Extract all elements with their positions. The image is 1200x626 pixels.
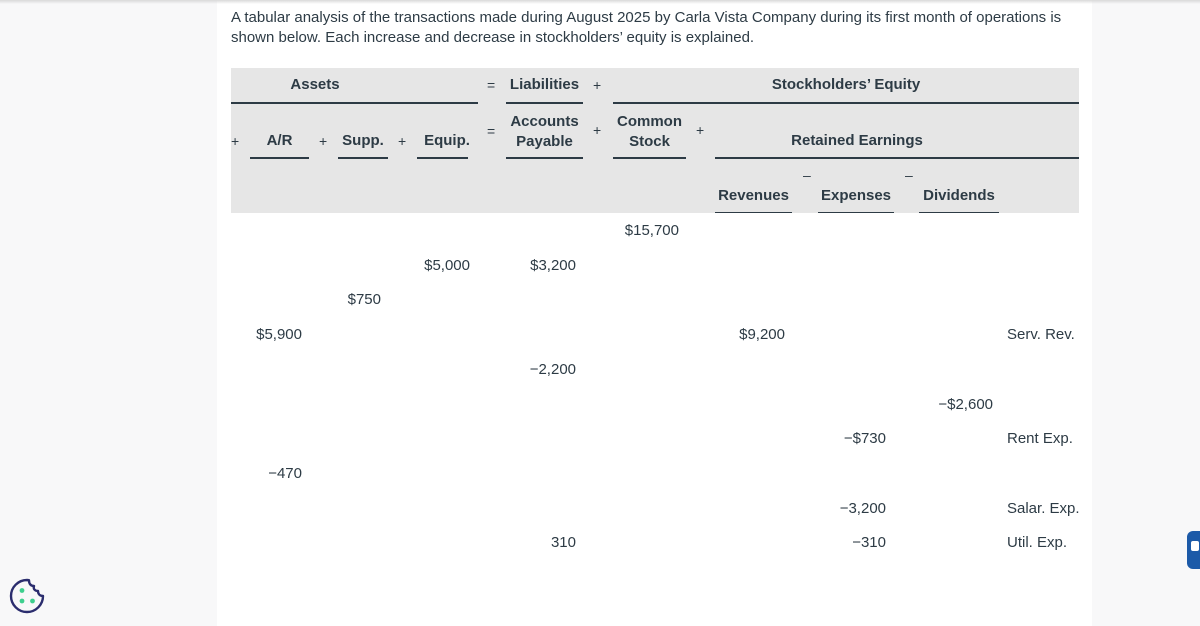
equipment-underline — [417, 157, 468, 159]
intro-paragraph: A tabular analysis of the transactions m… — [231, 9, 1062, 46]
header-dividends: Dividends — [923, 187, 995, 204]
revenues-value: $9,200 — [739, 326, 785, 343]
row-note: Salar. Exp. — [1007, 500, 1080, 517]
expenses-value: −3,200 — [839, 500, 886, 517]
row-note: Rent Exp. — [1007, 430, 1073, 447]
expenses-value: −310 — [852, 534, 886, 551]
plus-sign: + — [398, 133, 407, 149]
header-common-stock-line1: Common — [617, 113, 682, 130]
header-retained-earnings: Retained Earnings — [791, 132, 923, 149]
expenses-underline — [818, 212, 894, 213]
cookie-settings-icon[interactable] — [8, 577, 46, 615]
common-stock-value: $15,700 — [624, 222, 679, 239]
header-assets: Assets — [290, 76, 340, 93]
header-accounts-payable-line2: Payable — [516, 133, 573, 150]
chat-feedback-icon — [1191, 541, 1199, 551]
dividends-underline — [919, 212, 999, 213]
assets-underline — [231, 102, 478, 104]
header-expenses: Expenses — [820, 187, 892, 204]
ar-underline — [250, 157, 309, 159]
minus-sign: – — [905, 167, 913, 183]
minus-sign: – — [803, 167, 811, 183]
header-supplies: Supp. — [342, 132, 384, 149]
header-accounts-payable-line1: Accounts — [510, 113, 579, 130]
plus-sign: + — [231, 133, 240, 149]
plus-sign: + — [319, 133, 328, 149]
header-ar: A/R — [266, 132, 293, 149]
header-liabilities: Liabilities — [509, 76, 580, 93]
accounts-payable-underline — [506, 157, 583, 159]
row-note: Util. Exp. — [1007, 534, 1068, 551]
supplies-underline — [338, 157, 388, 159]
row-note: Serv. Rev. — [1007, 326, 1075, 343]
equals-sign: = — [487, 77, 496, 93]
plus-sign: + — [593, 122, 602, 138]
plus-sign: + — [696, 122, 705, 138]
accounts-payable-value: 310 — [550, 534, 576, 551]
header-equipment: Equip. — [424, 132, 470, 149]
expenses-value: −$730 — [843, 430, 886, 447]
header-stockholders-equity: Stockholders’ Equity — [771, 76, 921, 93]
equals-sign: = — [487, 123, 496, 139]
top-shadow — [0, 0, 1200, 4]
common-stock-underline — [613, 157, 686, 159]
header-accounts-payable: Accounts Payable — [506, 112, 583, 152]
accounts-payable-value: −2,200 — [529, 361, 576, 378]
ar-value: −470 — [268, 465, 302, 482]
ar-value: $5,900 — [256, 326, 302, 343]
equity-underline — [613, 102, 1079, 104]
retained-earnings-underline — [715, 157, 1079, 159]
supplies-value: $750 — [347, 291, 381, 308]
liabilities-underline — [506, 102, 583, 104]
accounts-payable-value: $3,200 — [530, 257, 576, 274]
revenues-underline — [715, 212, 792, 213]
equipment-value: $5,000 — [424, 257, 470, 274]
header-revenues: Revenues — [718, 187, 789, 204]
plus-sign: + — [593, 77, 602, 93]
header-common-stock: Common Stock — [613, 112, 686, 152]
header-common-stock-line2: Stock — [629, 133, 670, 150]
chat-feedback-button[interactable] — [1187, 531, 1200, 569]
dividends-value: −$2,600 — [938, 396, 993, 413]
